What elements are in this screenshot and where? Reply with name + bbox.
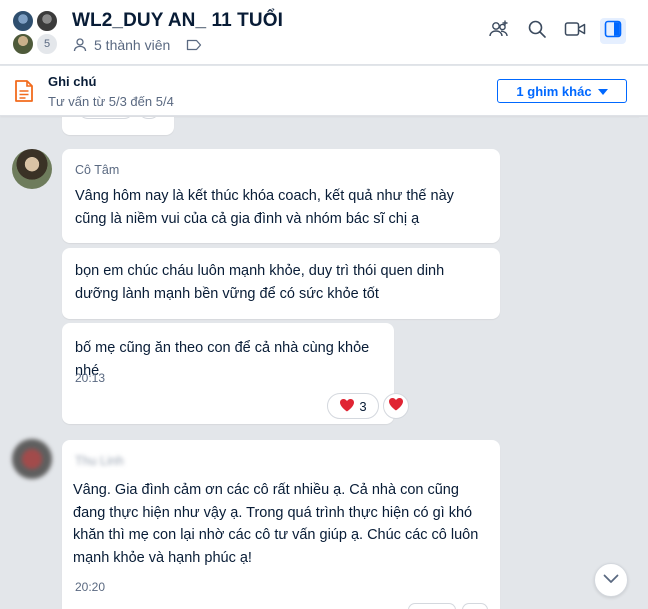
sender-name[interactable]: Thu Linh	[75, 454, 124, 468]
header-toolbar	[486, 18, 626, 44]
group-avatar[interactable]: 5	[11, 9, 61, 57]
sender-avatar[interactable]	[12, 439, 52, 479]
message-text: bọn em chúc cháu luôn mạnh khỏe, duy trì…	[75, 263, 445, 302]
group-title[interactable]: WL2_DUY AN_ 11 TUỔI	[72, 10, 283, 32]
member-avatar	[35, 9, 59, 33]
scroll-to-bottom-button[interactable]	[594, 563, 628, 597]
tag-icon[interactable]	[186, 39, 202, 51]
reaction-count: 3	[359, 398, 367, 414]
caret-down-icon	[597, 84, 608, 99]
pinned-note-subtitle: Tư vấn từ 5/3 đến 5/4	[48, 94, 174, 109]
sidebar-toggle-icon	[604, 20, 622, 43]
search-icon	[527, 19, 547, 44]
message-text: Vâng hôm nay là kết thúc khóa coach, kết…	[75, 188, 454, 227]
chevron-down-icon	[603, 571, 619, 589]
message-bubble[interactable]: Cô Tâm Vâng hôm nay là kết thúc khóa coa…	[62, 149, 500, 243]
chat-header: 5 WL2_DUY AN_ 11 TUỔI 5 thành viên	[0, 0, 648, 65]
note-icon	[14, 79, 34, 108]
pinned-note-title: Ghi chú	[48, 74, 97, 89]
message-bubble-partial[interactable]	[62, 117, 174, 135]
message-time: 20:20	[75, 580, 106, 594]
message-bubble[interactable]: Thu Linh Vâng. Gia đình cảm ơn các cô rấ…	[62, 440, 500, 609]
add-member-icon	[488, 18, 510, 45]
more-pins-label: 1 ghim khác	[516, 83, 592, 99]
heart-icon	[339, 398, 355, 415]
video-call-icon	[564, 20, 586, 43]
member-avatar	[11, 9, 35, 33]
add-member-button[interactable]	[486, 18, 512, 44]
sender-avatar[interactable]	[12, 149, 52, 189]
scrollbar[interactable]	[639, 117, 648, 609]
message-time: 20:13	[75, 371, 106, 385]
more-pins-button[interactable]: 1 ghim khác	[497, 79, 627, 103]
search-button[interactable]	[524, 18, 550, 44]
message-bubble[interactable]: bọn em chúc cháu luôn mạnh khỏe, duy trì…	[62, 248, 500, 319]
reaction-summary[interactable]: 3	[327, 393, 379, 419]
group-meta: 5 thành viên	[72, 37, 202, 53]
reaction-pill-partial[interactable]	[78, 117, 134, 119]
message-text: Vâng. Gia đình cảm ơn các cô rất nhiều ạ…	[73, 482, 479, 566]
members-count-label[interactable]: 5 thành viên	[94, 37, 170, 53]
members-icon[interactable]	[72, 37, 88, 53]
sidebar-toggle-button[interactable]	[600, 18, 626, 44]
sender-name[interactable]: Cô Tâm	[75, 163, 119, 177]
react-button-partial[interactable]	[462, 603, 488, 609]
heart-icon	[388, 397, 404, 416]
reaction-button-partial[interactable]	[138, 117, 160, 119]
message-list[interactable]: Cô Tâm Vâng hôm nay là kết thúc khóa coa…	[0, 117, 648, 609]
member-count-badge: 5	[35, 32, 59, 56]
member-avatar	[11, 32, 35, 56]
react-button[interactable]	[383, 393, 409, 419]
reaction-summary-partial[interactable]	[408, 603, 456, 609]
video-call-button[interactable]	[562, 18, 588, 44]
message-text: bố mẹ cũng ăn theo con để cả nhà cùng kh…	[75, 340, 370, 379]
